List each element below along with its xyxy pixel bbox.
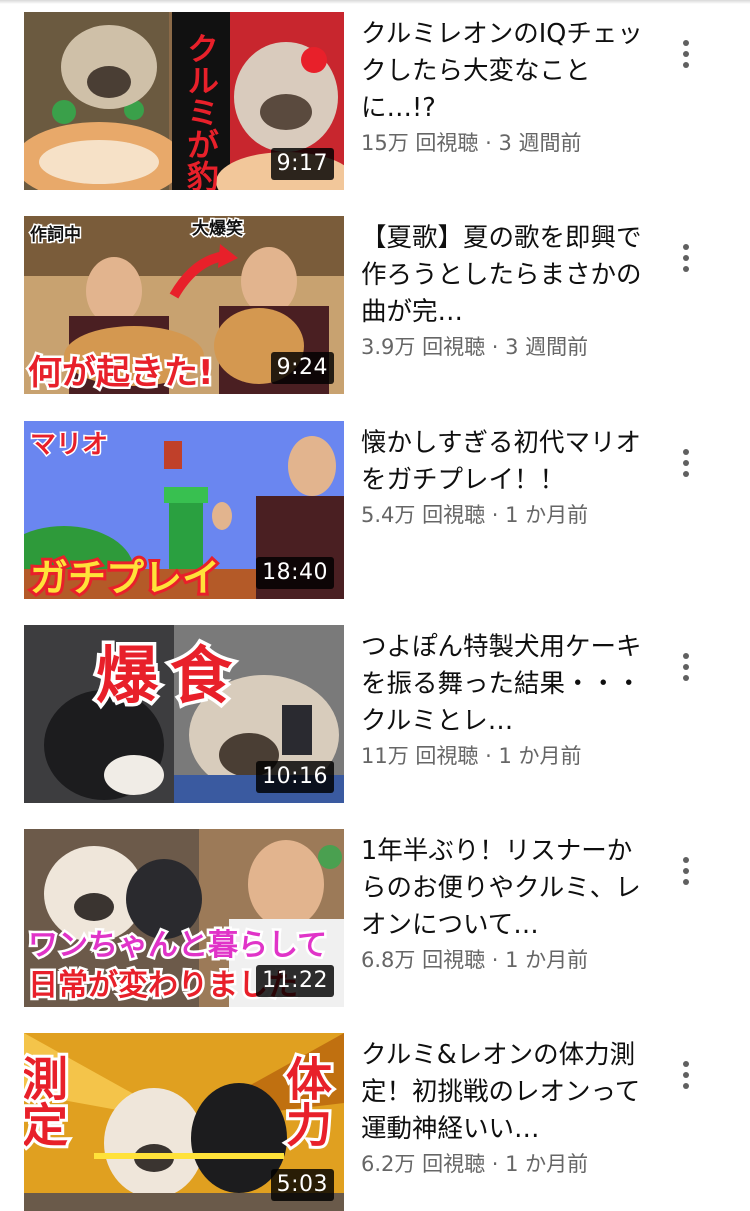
view-count: 11万 回視聴 [361,744,479,768]
video-duration: 5:03 [270,1169,334,1201]
more-vertical-icon[interactable] [670,236,702,280]
video-thumbnail[interactable]: 作詞中 大爆笑 何が起きた! 9:24 [24,216,344,394]
video-thumbnail[interactable]: ワンちゃんと暮らして 日常が変わりました 11:22 [24,829,344,1007]
upload-age: 3 週間前 [505,335,589,359]
video-stats: 6.8万 回視聴 · 1 か月前 [361,946,651,974]
video-title: つよぽん特製犬用ケーキを振る舞った結果・・・クルミとレ… [361,632,642,736]
video-stats: 6.2万 回視聴 · 1 か月前 [361,1150,651,1178]
video-meta[interactable]: クルミレオンのIQチェックしたら大変なことに…!? 15万 回視聴 · 3 週間… [361,16,651,157]
video-thumbnail[interactable]: 測定 体力 5:03 [24,1033,344,1211]
upload-age: 1 か月前 [498,744,582,768]
video-meta[interactable]: 懐かしすぎる初代マリオをガチプレイ！！ 5.4万 回視聴 · 1 か月前 [361,425,651,529]
more-vertical-icon[interactable] [670,1053,702,1097]
video-duration: 11:22 [256,965,334,997]
more-vertical-icon[interactable] [670,441,702,485]
video-thumbnail[interactable]: クルミが豹変 9:17 [24,12,344,190]
video-duration: 18:40 [256,557,334,589]
video-duration: 9:17 [270,148,334,180]
view-count: 6.2万 回視聴 [361,1152,486,1176]
video-stats: 15万 回視聴 · 3 週間前 [361,129,651,157]
video-meta[interactable]: 【夏歌】夏の歌を即興で作ろうとしたらまさかの曲が完… 3.9万 回視聴 · 3 … [361,220,651,361]
more-vertical-icon[interactable] [670,32,702,76]
view-count: 3.9万 回視聴 [361,335,486,359]
view-count: 5.4万 回視聴 [361,503,486,527]
top-edge-shadow [0,0,750,4]
video-item[interactable]: 作詞中 大爆笑 何が起きた! 9:24 【夏歌】夏の歌を即興で作ろうとしたらまさ… [0,216,750,394]
video-title: 【夏歌】夏の歌を即興で作ろうとしたらまさかの曲が完… [361,223,642,327]
more-vertical-icon[interactable] [670,645,702,689]
video-duration: 10:16 [256,761,334,793]
upload-age: 3 週間前 [498,131,582,155]
stat-separator: · [491,948,499,972]
video-item[interactable]: ワンちゃんと暮らして 日常が変わりました 11:22 1年半ぶり！リスナーからの… [0,829,750,1007]
video-item[interactable]: マリオ ガチプレイ 18:40 懐かしすぎる初代マリオをガチプレイ！！ 5.4万… [0,421,750,599]
stat-separator: · [491,503,499,527]
video-title: 1年半ぶり！リスナーからのお便りやクルミ、レオンについて… [361,836,641,940]
video-thumbnail[interactable]: 爆食 10:16 [24,625,344,803]
video-meta[interactable]: つよぽん特製犬用ケーキを振る舞った結果・・・クルミとレ… 11万 回視聴 · 1… [361,629,651,770]
more-vertical-icon[interactable] [670,849,702,893]
stat-separator: · [485,131,492,155]
video-meta[interactable]: クルミ&レオンの体力測定！初挑戦のレオンって運動神経いい… 6.2万 回視聴 ·… [361,1037,651,1178]
stat-separator: · [491,335,499,359]
video-item[interactable]: クルミが豹変 9:17 クルミレオンのIQチェックしたら大変なことに…!? 15… [0,12,750,190]
upload-age: 1 か月前 [505,1152,589,1176]
video-title: 懐かしすぎる初代マリオをガチプレイ！！ [361,428,641,495]
video-stats: 11万 回視聴 · 1 か月前 [361,742,651,770]
video-duration: 9:24 [270,352,334,384]
video-title: クルミレオンのIQチェックしたら大変なことに…!? [361,19,643,123]
stat-separator: · [485,744,492,768]
video-item[interactable]: 測定 体力 5:03 クルミ&レオンの体力測定！初挑戦のレオンって運動神経いい…… [0,1033,750,1211]
view-count: 6.8万 回視聴 [361,948,486,972]
stat-separator: · [491,1152,499,1176]
video-item[interactable]: 爆食 10:16 つよぽん特製犬用ケーキを振る舞った結果・・・クルミとレ… 11… [0,625,750,803]
view-count: 15万 回視聴 [361,131,479,155]
video-stats: 5.4万 回視聴 · 1 か月前 [361,501,651,529]
video-title: クルミ&レオンの体力測定！初挑戦のレオンって運動神経いい… [361,1040,641,1144]
video-meta[interactable]: 1年半ぶり！リスナーからのお便りやクルミ、レオンについて… 6.8万 回視聴 ·… [361,833,651,974]
video-thumbnail[interactable]: マリオ ガチプレイ 18:40 [24,421,344,599]
upload-age: 1 か月前 [505,948,589,972]
video-stats: 3.9万 回視聴 · 3 週間前 [361,333,651,361]
upload-age: 1 か月前 [505,503,589,527]
